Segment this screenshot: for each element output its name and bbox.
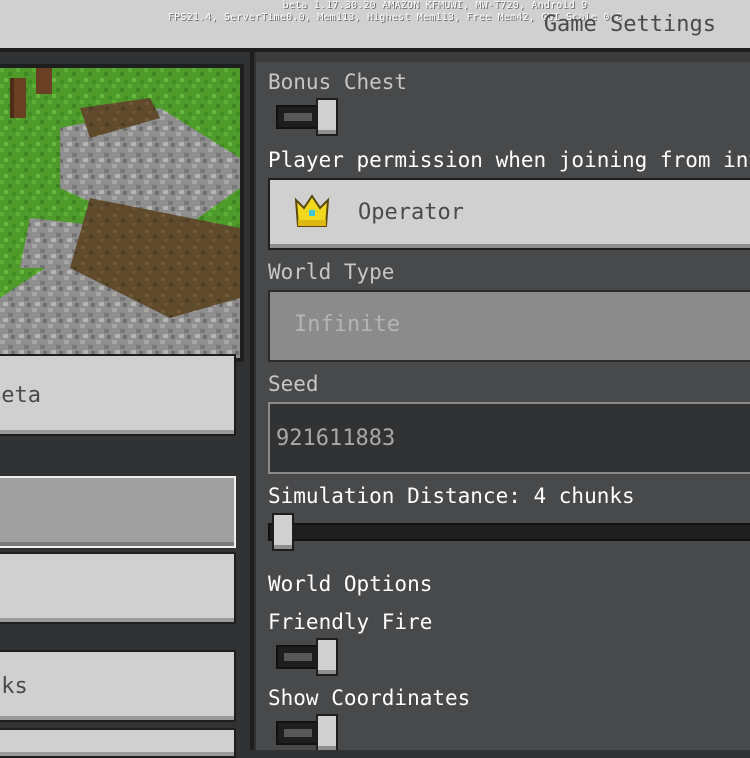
left-nav-item-next[interactable] [0, 728, 236, 758]
toggle-knob[interactable] [316, 98, 338, 136]
toggle-knob[interactable] [316, 638, 338, 676]
toggle-knob[interactable] [316, 714, 338, 750]
show-coordinates-label: Show Coordinates [268, 686, 471, 710]
left-nav-item-selected[interactable] [0, 476, 236, 548]
simulation-distance-label: Simulation Distance: 4 chunks [268, 484, 635, 508]
friendly-fire-label: Friendly Fire [268, 610, 433, 634]
slider-track [268, 523, 750, 541]
player-permission-value: Operator [358, 200, 464, 225]
left-nav-cheats-label: cks [0, 674, 28, 699]
player-permission-dropdown[interactable]: Operator [268, 178, 750, 250]
left-nav-cheats[interactable]: cks [0, 650, 236, 722]
left-panel: Beta cks [0, 52, 254, 758]
bonus-chest-toggle[interactable] [276, 98, 340, 136]
world-type-value: Infinite [294, 312, 400, 337]
player-permission-label: Player permission when joining from invi… [268, 148, 750, 172]
world-type-dropdown: Infinite [268, 290, 750, 362]
show-coordinates-toggle[interactable] [276, 714, 340, 750]
left-nav-beta-label: Beta [0, 383, 41, 408]
seed-label: Seed [268, 372, 319, 396]
world-preview-graphic [0, 68, 240, 358]
world-options-heading: World Options [268, 572, 433, 596]
seed-input[interactable] [270, 404, 750, 472]
slider-handle[interactable] [272, 513, 294, 551]
bonus-chest-label: Bonus Chest [268, 70, 408, 94]
panel-top-edge [256, 52, 750, 62]
debug-line-1: beta 1.17.30.20 AMAZON KFMUWI, MW-T720, … [282, 0, 588, 11]
left-nav-beta[interactable]: Beta [0, 354, 236, 436]
world-type-label: World Type [268, 260, 395, 284]
left-nav-item[interactable] [0, 552, 236, 624]
settings-panel: Bonus Chest Player permission when joini… [256, 52, 750, 750]
simulation-distance-slider[interactable] [268, 513, 750, 553]
top-bar: beta 1.17.30.20 AMAZON KFMUWI, MW-T720, … [0, 0, 750, 52]
seed-field[interactable] [268, 402, 750, 474]
crown-icon [294, 194, 330, 234]
world-preview-image [0, 64, 244, 362]
friendly-fire-toggle[interactable] [276, 638, 340, 676]
page-title: Game Settings [543, 12, 716, 37]
